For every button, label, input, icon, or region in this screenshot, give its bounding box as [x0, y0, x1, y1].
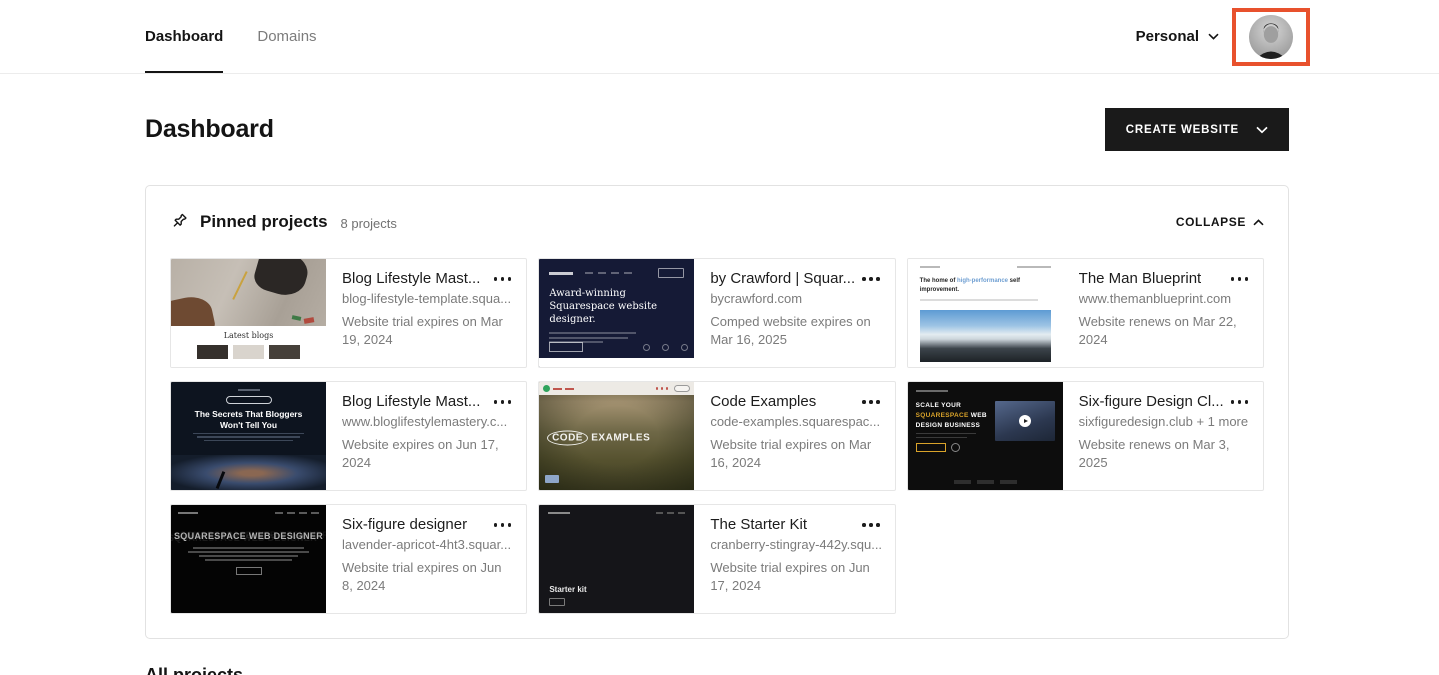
pinned-count: 8 projects	[340, 215, 397, 231]
project-menu-button[interactable]	[854, 270, 882, 287]
project-title: The Starter Kit	[710, 516, 808, 533]
project-thumbnail[interactable]: Latest blogs	[171, 259, 326, 367]
project-title: Code Examples	[710, 393, 817, 410]
top-nav: Dashboard Domains Personal	[0, 0, 1439, 74]
pinned-grid: Latest blogs Blog Lifestyle Mast... blog-l…	[170, 258, 1264, 614]
avatar[interactable]	[1249, 14, 1293, 59]
project-title: Blog Lifestyle Mast...	[342, 393, 481, 410]
project-card[interactable]: Award-winning Squarespace website design…	[538, 258, 896, 368]
click-highlight	[1232, 7, 1310, 66]
project-status: Website renews on Mar 22, 2024	[1078, 314, 1237, 347]
project-status: Website trial expires on Jun 17, 2024	[710, 560, 870, 593]
project-card[interactable]: The Secrets That Bloggers Won't Tell You…	[170, 381, 528, 491]
thumbnail-caption-line: SQUARESPACE WEB	[915, 411, 987, 419]
project-domain: bycrawford.com	[710, 291, 803, 306]
project-thumbnail[interactable]: Starter kit	[539, 505, 695, 613]
project-thumbnail[interactable]: The Secrets That Bloggers Won't Tell You	[171, 382, 326, 490]
all-projects-heading: All projects	[145, 665, 244, 675]
project-domain: cranberry-stingray-442y.squ...	[710, 537, 882, 552]
create-website-button[interactable]: CREATE WEBSITE	[1104, 108, 1289, 151]
chevron-down-icon	[1256, 126, 1268, 134]
thumbnail-art	[919, 309, 1051, 362]
thumbnail-art	[171, 455, 326, 490]
project-thumbnail[interactable]: SQUARESPACE WEB DESIGNER	[171, 505, 326, 613]
thumbnail-caption-line: SCALE YOUR	[915, 402, 962, 409]
play-icon	[1018, 415, 1031, 427]
project-card[interactable]: SCALE YOUR SQUARESPACE WEB DESIGN BUSINESS…	[906, 381, 1264, 491]
project-status: Website trial expires on Mar 19, 2024	[342, 314, 503, 347]
project-card[interactable]: SQUARESPACE WEB DESIGNER Six-figure desig…	[170, 504, 528, 614]
project-thumbnail[interactable]: SCALE YOUR SQUARESPACE WEB DESIGN BUSINESS	[907, 382, 1063, 490]
project-menu-button[interactable]	[854, 393, 882, 410]
tab-domains[interactable]: Domains	[257, 0, 316, 73]
nav-right: Personal	[1136, 7, 1310, 66]
thumbnail-caption: The home of high-performance self improv…	[919, 278, 1021, 293]
account-label: Personal	[1135, 28, 1199, 45]
project-title: Six-figure designer	[342, 516, 468, 533]
pinned-panel-header: Pinned projects 8 projects COLLAPSE	[170, 212, 1264, 232]
project-title: by Crawford | Squar...	[710, 270, 855, 287]
account-menu-button[interactable]: Personal	[1136, 28, 1219, 45]
project-title: Blog Lifestyle Mast...	[342, 270, 481, 287]
project-thumbnail[interactable]: CODE EXAMPLES	[539, 382, 695, 490]
pin-icon	[170, 212, 190, 232]
thumbnail-caption: Award-winning Squarespace website design…	[549, 288, 658, 325]
project-thumbnail[interactable]: Award-winning Squarespace website design…	[539, 259, 695, 367]
thumbnail-caption-line: DESIGN BUSINESS	[915, 421, 981, 429]
project-card[interactable]: Starter kit The Starter Kit cranberry-stin…	[538, 504, 896, 614]
project-status: Website trial expires on Mar 16, 2024	[710, 437, 872, 470]
project-status: Website expires on Jun 17, 2024	[342, 437, 499, 470]
project-card[interactable]: The home of high-performance self improv…	[906, 258, 1264, 368]
thumbnail-caption: CODE EXAMPLES	[547, 430, 650, 446]
thumbnail-caption: Starter kit	[549, 585, 587, 594]
page-header: Dashboard CREATE WEBSITE	[145, 108, 1289, 151]
project-domain: sixfiguredesign.club + 1 more	[1078, 414, 1249, 429]
project-domain: lavender-apricot-4ht3.squar...	[342, 537, 512, 552]
check-icon	[543, 385, 551, 392]
project-card[interactable]: Latest blogs Blog Lifestyle Mast... blog-l…	[170, 258, 528, 368]
thumbnail-caption: The Secrets That Bloggers Won't Tell You	[194, 409, 303, 430]
project-title: Six-figure Design Cl...	[1078, 393, 1223, 410]
project-status: Website trial expires on Jun 8, 2024	[342, 560, 502, 593]
project-card[interactable]: CODE EXAMPLES Code Examples code-examples.…	[538, 381, 896, 491]
project-status: Comped website expires on Mar 16, 2025	[710, 314, 871, 347]
project-domain: code-examples.squarespac...	[710, 414, 881, 429]
tab-dashboard[interactable]: Dashboard	[145, 0, 224, 73]
chevron-down-icon	[1208, 33, 1219, 40]
project-menu-button[interactable]	[486, 516, 514, 533]
project-menu-button[interactable]	[486, 393, 514, 410]
video-thumbnail	[994, 401, 1055, 441]
project-menu-button[interactable]	[1223, 270, 1251, 287]
nav-tabs: Dashboard Domains	[145, 0, 317, 73]
thumbnail-art	[171, 259, 326, 342]
project-domain: blog-lifestyle-template.squa...	[342, 291, 512, 306]
collapse-label: COLLAPSE	[1175, 215, 1246, 229]
thumbnail-caption: Latest blogs	[223, 330, 274, 340]
project-title: The Man Blueprint	[1078, 270, 1202, 287]
project-domain: www.themanblueprint.com	[1078, 291, 1232, 306]
pinned-projects-panel: Pinned projects 8 projects COLLAPSE Late…	[145, 185, 1289, 639]
create-website-label: CREATE WEBSITE	[1125, 123, 1239, 136]
project-domain: www.bloglifestylemastery.c...	[342, 414, 508, 429]
page-title: Dashboard	[145, 115, 274, 143]
project-menu-button[interactable]	[486, 270, 514, 287]
avatar-photo	[1249, 14, 1293, 59]
chevron-up-icon	[1253, 218, 1264, 226]
project-status: Website renews on Mar 3, 2025	[1078, 437, 1230, 470]
thumbnail-caption: SQUARESPACE WEB DESIGNER	[173, 531, 324, 541]
project-menu-button[interactable]	[1223, 393, 1251, 410]
project-menu-button[interactable]	[854, 516, 882, 533]
collapse-button[interactable]: COLLAPSE	[1176, 215, 1264, 229]
project-thumbnail[interactable]: The home of high-performance self improv…	[907, 259, 1063, 367]
pinned-title: Pinned projects	[200, 212, 328, 231]
